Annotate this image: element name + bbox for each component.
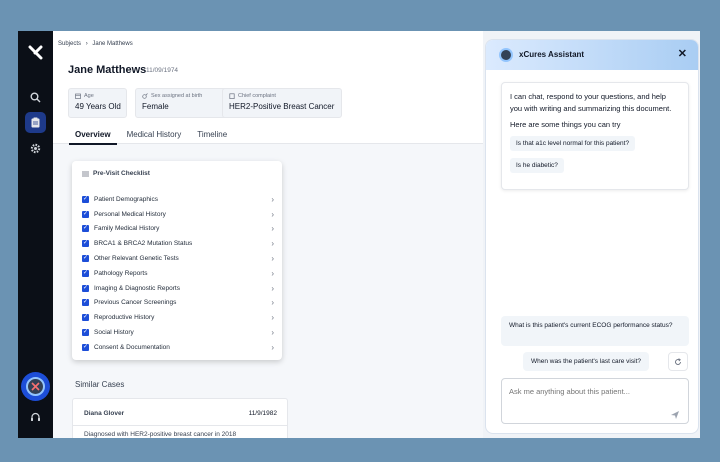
assistant-toggle-avatar[interactable] bbox=[21, 372, 50, 401]
checkbox-checked[interactable]: ✓ bbox=[82, 195, 89, 203]
complaint-label: Chief complaint bbox=[238, 93, 276, 99]
patient-name: Jane Matthews bbox=[68, 64, 147, 76]
search-icon[interactable] bbox=[25, 87, 46, 108]
headset-icon[interactable] bbox=[28, 410, 43, 425]
suggestion-chip[interactable]: Is that a1c level normal for this patien… bbox=[510, 136, 636, 151]
tab-overview[interactable]: Overview bbox=[69, 130, 117, 145]
checkbox-checked[interactable]: ✓ bbox=[82, 299, 89, 307]
tab-medical-history[interactable]: Medical History bbox=[121, 130, 188, 145]
chevron-right-icon: › bbox=[271, 209, 274, 219]
gear-icon[interactable] bbox=[25, 138, 46, 159]
assistant-title: xCures Assistant bbox=[519, 50, 585, 59]
patient-header: Subjects › Jane Matthews Jane Matthews 1… bbox=[53, 31, 483, 145]
chevron-right-icon: › bbox=[271, 268, 274, 278]
gender-icon bbox=[142, 93, 148, 99]
complaint-chip: Chief complaint HER2-Positive Breast Can… bbox=[222, 88, 342, 118]
checklist-item[interactable]: ✓ Reproductive History › bbox=[82, 310, 274, 325]
checklist-title: Pre-Visit Checklist bbox=[93, 170, 150, 177]
chevron-right-icon: › bbox=[271, 283, 274, 293]
left-rail bbox=[18, 31, 53, 438]
pre-visit-checklist: Pre-Visit Checklist ✓ Patient Demographic… bbox=[72, 161, 282, 360]
sex-label: Sex assigned at birth bbox=[151, 93, 203, 99]
similar-cases-title: Similar Cases bbox=[75, 380, 125, 389]
checklist-item[interactable]: ✓ Personal Medical History › bbox=[82, 207, 274, 222]
similar-case-date: 11/9/1982 bbox=[248, 410, 277, 417]
clipboard-icon bbox=[229, 93, 235, 99]
similar-case-name: Diana Glover bbox=[84, 410, 125, 417]
complaint-value: HER2-Positive Breast Cancer bbox=[229, 102, 335, 111]
main-content: Subjects › Jane Matthews Jane Matthews 1… bbox=[53, 31, 483, 438]
xcures-assistant-icon bbox=[26, 377, 45, 396]
xcures-assistant-icon bbox=[499, 48, 513, 62]
close-icon[interactable]: ✕ bbox=[678, 47, 687, 60]
chat-input[interactable] bbox=[509, 387, 679, 396]
checkbox-checked[interactable]: ✓ bbox=[82, 343, 89, 351]
breadcrumb-current: Jane Matthews bbox=[92, 41, 133, 47]
similar-case-card[interactable]: Diana Glover 11/9/1982 Diagnosed with HE… bbox=[72, 398, 288, 438]
xcures-logo[interactable] bbox=[28, 45, 43, 60]
checkbox-checked[interactable]: ✓ bbox=[82, 240, 89, 248]
app-window: Subjects › Jane Matthews Jane Matthews 1… bbox=[18, 31, 700, 438]
tab-timeline[interactable]: Timeline bbox=[191, 130, 233, 145]
checklist-items: ✓ Patient Demographics › ✓ Personal Medical… bbox=[82, 192, 274, 355]
chevron-right-icon: › bbox=[271, 254, 274, 264]
checklist-item[interactable]: ✓ Patient Demographics › bbox=[82, 192, 274, 207]
checklist-item[interactable]: ✓ Pathology Reports › bbox=[82, 266, 274, 281]
checklist-item[interactable]: ✓ Other Relevant Genetic Tests › bbox=[82, 251, 274, 266]
chevron-right-icon: › bbox=[271, 328, 274, 338]
chevron-right-icon: › bbox=[271, 194, 274, 204]
clipboard-nav-icon[interactable] bbox=[25, 112, 46, 133]
assistant-intro-message: I can chat, respond to your questions, a… bbox=[501, 82, 689, 190]
checkbox-checked[interactable]: ✓ bbox=[82, 284, 89, 292]
chevron-right-icon: › bbox=[271, 313, 274, 323]
checklist-item[interactable]: ✓ Social History › bbox=[82, 325, 274, 340]
checkbox-checked[interactable]: ✓ bbox=[82, 255, 89, 263]
age-value: 49 Years Old bbox=[75, 102, 121, 111]
chevron-right-icon: › bbox=[271, 239, 274, 249]
checkbox-checked[interactable]: ✓ bbox=[82, 210, 89, 218]
calendar-icon bbox=[75, 93, 81, 99]
checkbox-checked[interactable]: ✓ bbox=[82, 329, 89, 337]
age-label: Age bbox=[84, 93, 94, 99]
suggestion-chip[interactable]: Is he diabetic? bbox=[510, 158, 564, 173]
checkbox-checked[interactable]: ✓ bbox=[82, 314, 89, 322]
similar-case-description: Diagnosed with HER2-positive breast canc… bbox=[84, 431, 237, 438]
checkbox-checked[interactable]: ✓ bbox=[82, 225, 89, 233]
chevron-right-icon: › bbox=[271, 342, 274, 352]
patient-dob: 11/09/1974 bbox=[146, 67, 179, 74]
chevron-right-icon: › bbox=[271, 224, 274, 234]
checklist-item[interactable]: ✓ Family Medical History › bbox=[82, 222, 274, 237]
breadcrumb-separator: › bbox=[85, 41, 88, 47]
age-chip: Age 49 Years Old bbox=[68, 88, 127, 118]
checklist-item[interactable]: ✓ Consent & Documentation › bbox=[82, 340, 274, 355]
assistant-prompt-text: Here are some things you can try bbox=[510, 120, 621, 129]
breadcrumb-subjects[interactable]: Subjects bbox=[58, 41, 81, 47]
checklist-item[interactable]: ✓ Previous Cancer Screenings › bbox=[82, 296, 274, 311]
breadcrumb: Subjects › Jane Matthews bbox=[58, 41, 136, 47]
chat-input-box bbox=[501, 378, 689, 424]
suggested-question[interactable]: What is this patient's current ECOG perf… bbox=[501, 316, 689, 346]
divider bbox=[73, 425, 287, 426]
refresh-icon[interactable] bbox=[668, 352, 688, 371]
list-icon bbox=[82, 171, 89, 176]
patient-tabs: Overview Medical History Timeline bbox=[69, 130, 237, 145]
assistant-intro-text: I can chat, respond to your questions, a… bbox=[510, 92, 672, 113]
assistant-header: xCures Assistant ✕ bbox=[486, 40, 698, 70]
send-icon[interactable] bbox=[670, 407, 680, 419]
checklist-item[interactable]: ✓ BRCA1 & BRCA2 Mutation Status › bbox=[82, 236, 274, 251]
checklist-item[interactable]: ✓ Imaging & Diagnostic Reports › bbox=[82, 281, 274, 296]
assistant-panel: xCures Assistant ✕ I can chat, respond t… bbox=[485, 39, 699, 434]
chevron-right-icon: › bbox=[271, 298, 274, 308]
suggested-question[interactable]: When was the patient's last care visit? bbox=[523, 352, 649, 371]
checkbox-checked[interactable]: ✓ bbox=[82, 269, 89, 277]
